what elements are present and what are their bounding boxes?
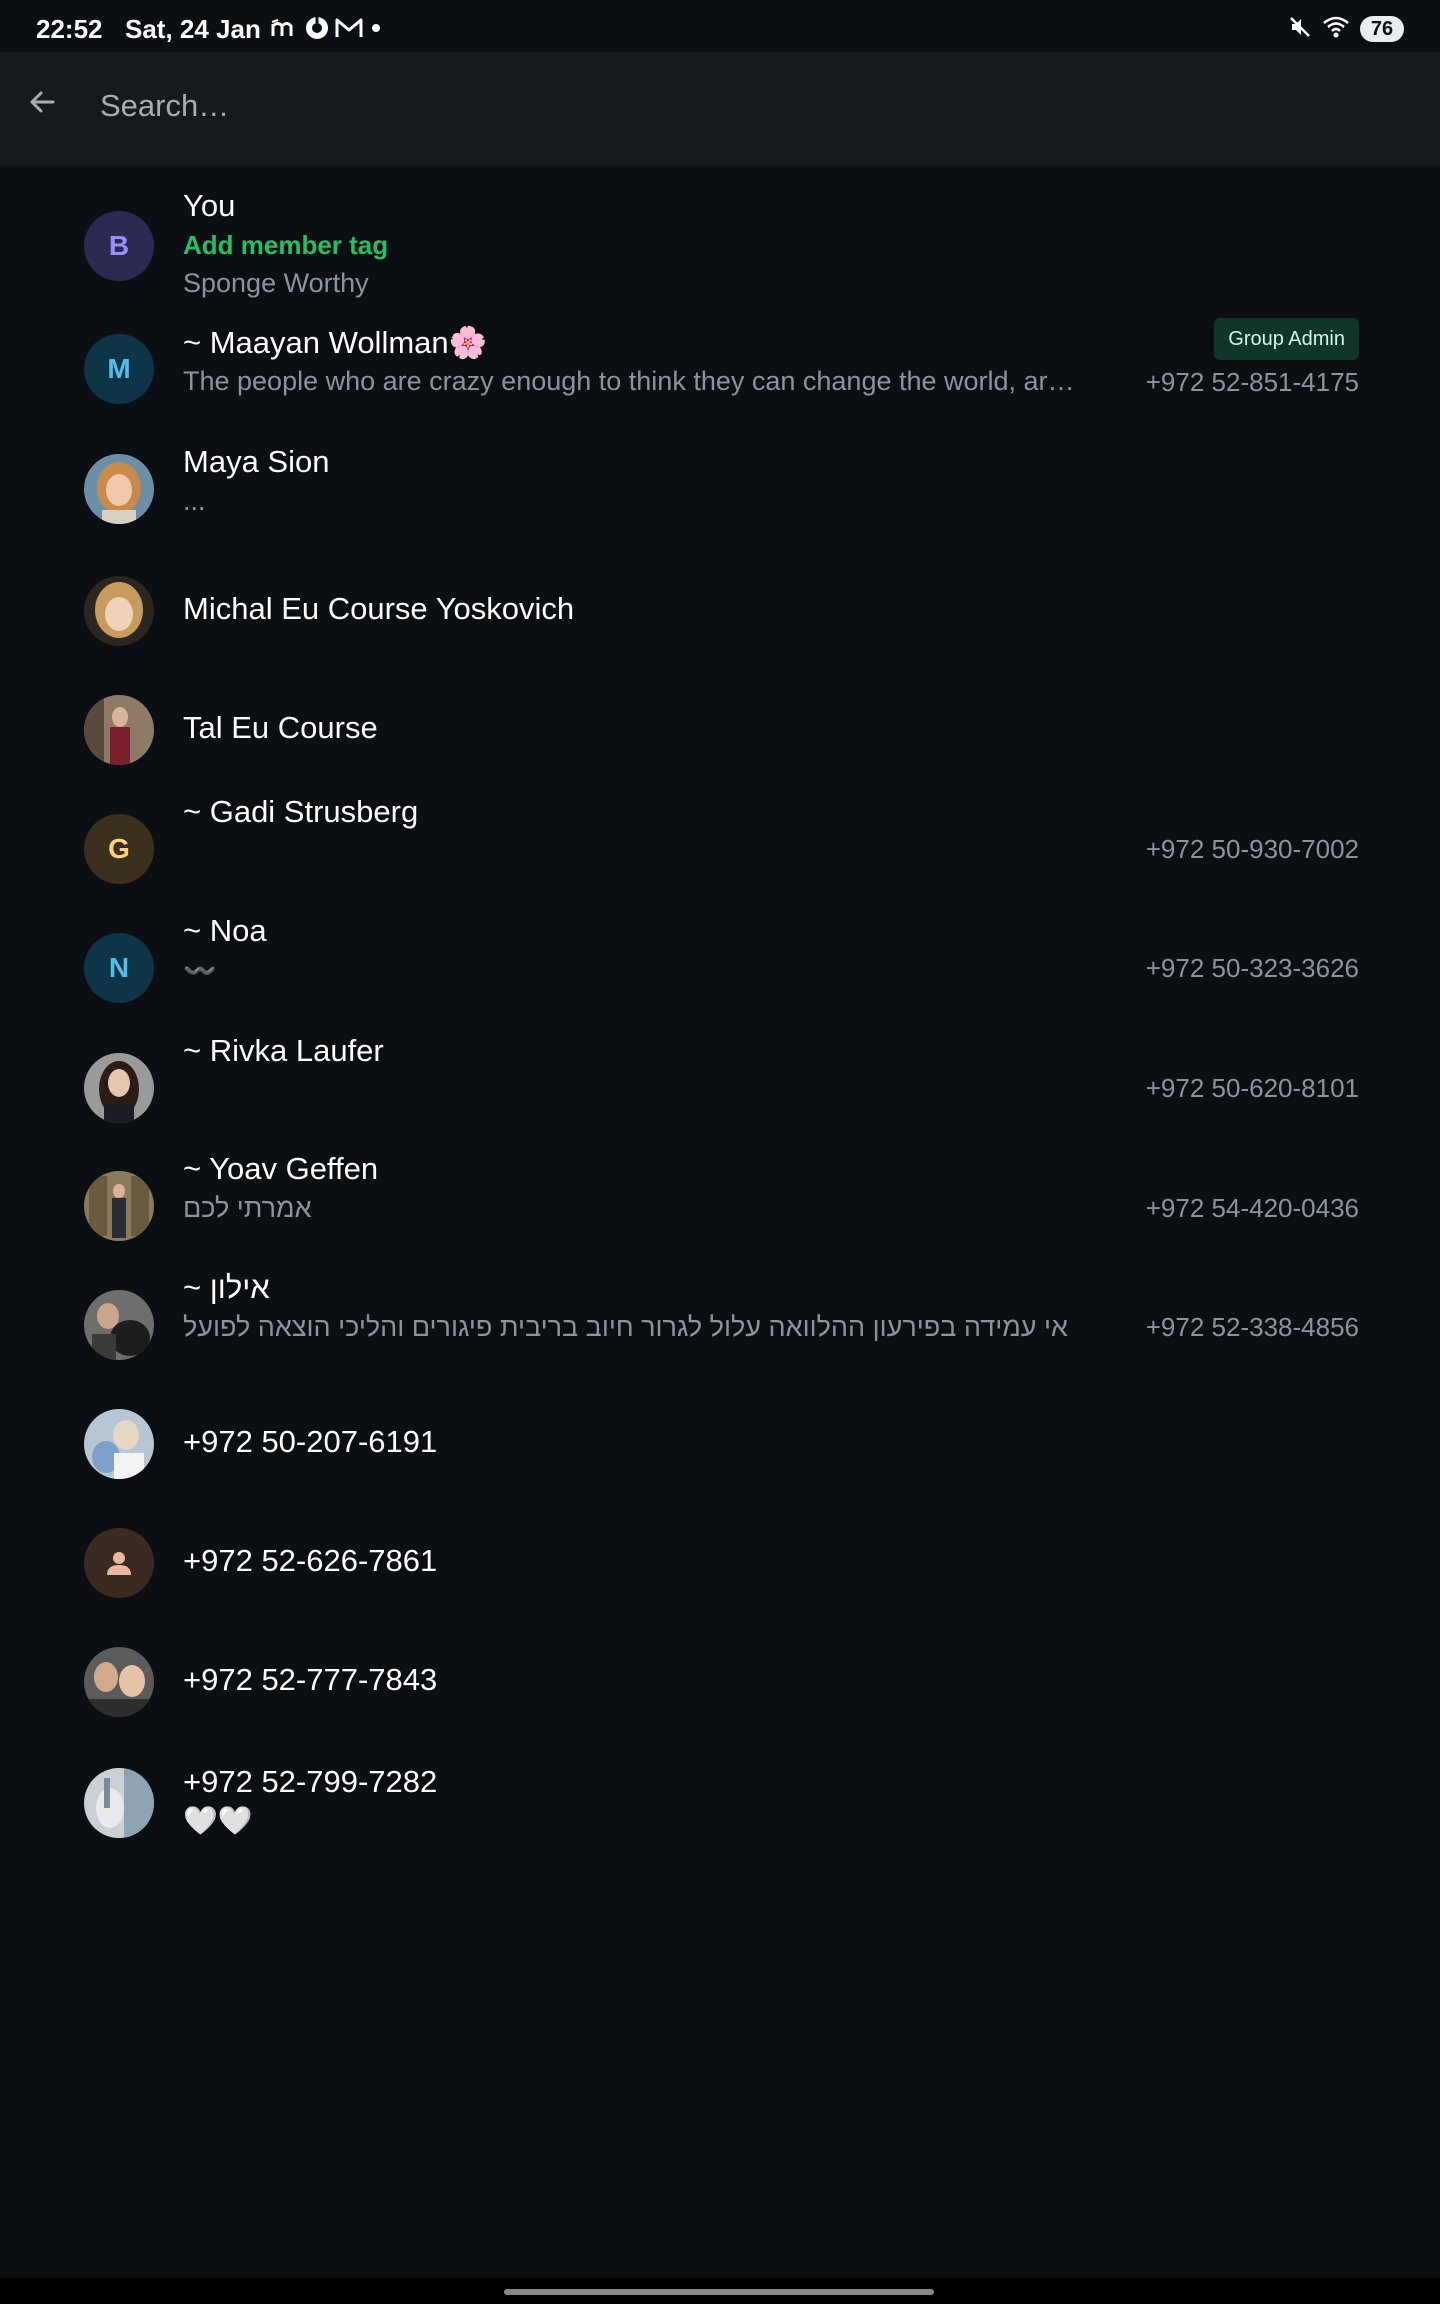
profile-photo-icon — [84, 1768, 154, 1838]
arrow-left-icon — [26, 86, 58, 123]
add-member-tag-link[interactable]: Add member tag — [183, 230, 388, 261]
member-name: +972 52-626-7861 — [183, 1543, 438, 1578]
member-phone: +972 50-620-8101 — [1145, 1073, 1359, 1103]
app-m-icon — [270, 16, 300, 40]
profile-photo-icon — [84, 1647, 154, 1717]
avatar — [84, 454, 154, 524]
avatar — [84, 1290, 154, 1360]
navigation-bar — [0, 2278, 1440, 2304]
notification-icons — [270, 15, 384, 41]
avatar — [84, 1647, 154, 1717]
avatar — [84, 695, 154, 765]
profile-photo-icon — [84, 1290, 154, 1360]
avatar — [84, 1528, 154, 1598]
list-item[interactable]: Michal Eu Course Yoskovich — [0, 576, 1440, 666]
member-phone: +972 50-930-7002 — [1145, 834, 1359, 864]
member-status: ... — [183, 486, 206, 516]
list-item[interactable]: M ~ Maayan Wollman🌸 The people who are c… — [0, 318, 1440, 424]
member-name: ~ Yoav Geffen — [183, 1151, 379, 1186]
member-name: You — [183, 188, 236, 223]
member-phone: +972 50-323-3626 — [1145, 953, 1359, 983]
member-name: +972 52-777-7843 — [183, 1662, 438, 1697]
list-item[interactable]: N ~ Noa 〰️ +972 50-323-3626 — [0, 913, 1440, 1013]
mute-icon — [1288, 15, 1312, 44]
gmail-icon — [334, 16, 364, 40]
profile-photo-icon — [84, 576, 154, 646]
profile-photo-icon — [84, 454, 154, 524]
status-bar: 22:52 Sat, 24 Jan 76 — [0, 0, 1440, 52]
list-item[interactable]: +972 52-626-7861 — [0, 1528, 1440, 1618]
member-name: +972 50-207-6191 — [183, 1424, 438, 1459]
profile-photo-icon — [84, 1171, 154, 1241]
status-date: Sat, 24 Jan — [125, 14, 261, 44]
battery-icon: 76 — [1360, 16, 1404, 42]
list-item[interactable]: Maya Sion ... — [0, 444, 1440, 544]
profile-photo-icon — [84, 1053, 154, 1123]
member-phone: +972 54-420-0436 — [1145, 1193, 1359, 1223]
member-status: אמרתי לכם — [183, 1193, 312, 1223]
sync-icon — [304, 15, 330, 41]
avatar — [84, 1409, 154, 1479]
avatar: M — [84, 334, 154, 404]
member-name: +972 52-799-7282 — [183, 1764, 438, 1799]
avatar — [84, 1053, 154, 1123]
person-icon — [107, 1552, 131, 1575]
search-input[interactable] — [98, 77, 1382, 135]
list-item[interactable]: +972 52-799-7282 🤍🤍 — [0, 1764, 1440, 1864]
list-item[interactable]: G ~ Gadi Strusberg +972 50-930-7002 — [0, 794, 1440, 894]
member-status: 🤍🤍 — [183, 1805, 253, 1836]
list-item[interactable]: ~ אילון אי עמידה בפירעון ההלוואה עלול לג… — [0, 1270, 1440, 1370]
avatar — [84, 1768, 154, 1838]
member-status: Sponge Worthy — [183, 268, 369, 298]
list-item[interactable]: Tal Eu Course — [0, 695, 1440, 785]
avatar: G — [84, 814, 154, 884]
member-name: ~ Rivka Laufer — [183, 1033, 384, 1068]
list-item[interactable]: +972 50-207-6191 — [0, 1409, 1440, 1499]
member-name: Maya Sion — [183, 444, 330, 479]
member-status: אי עמידה בפירעון ההלוואה עלול לגרור חיוב… — [183, 1312, 1068, 1342]
profile-photo-icon — [84, 1409, 154, 1479]
profile-photo-icon — [84, 695, 154, 765]
avatar — [84, 576, 154, 646]
avatar: N — [84, 933, 154, 1003]
member-phone: +972 52-338-4856 — [1145, 1312, 1359, 1342]
status-time: 22:52 — [36, 14, 103, 44]
wifi-icon — [1322, 15, 1350, 44]
member-name: ~ אילון — [183, 1270, 270, 1305]
member-status: 〰️ — [183, 956, 217, 986]
search-header — [0, 52, 1440, 166]
member-name: ~ Gadi Strusberg — [183, 794, 419, 829]
member-name: ~ Maayan Wollman🌸 — [183, 325, 488, 360]
list-item[interactable]: ~ Rivka Laufer +972 50-620-8101 — [0, 1033, 1440, 1133]
list-item[interactable]: ~ Yoav Geffen אמרתי לכם +972 54-420-0436 — [0, 1151, 1440, 1251]
system-icons: 76 — [1288, 14, 1404, 44]
member-name: ~ Noa — [183, 913, 267, 948]
avatar: B — [84, 211, 154, 281]
dot-icon — [368, 16, 384, 40]
avatar — [84, 1171, 154, 1241]
list-item[interactable]: +972 52-777-7843 — [0, 1647, 1440, 1737]
gesture-handle[interactable] — [504, 2289, 934, 2295]
member-status: The people who are crazy enough to think… — [183, 366, 1075, 396]
member-name: Tal Eu Course — [183, 710, 378, 745]
member-phone: +972 52-851-4175 — [1145, 367, 1359, 397]
group-admin-badge: Group Admin — [1214, 318, 1359, 360]
back-button[interactable] — [20, 82, 64, 126]
member-name: Michal Eu Course Yoskovich — [183, 591, 575, 626]
list-item-you[interactable]: B You Add member tag Sponge Worthy — [0, 188, 1440, 300]
